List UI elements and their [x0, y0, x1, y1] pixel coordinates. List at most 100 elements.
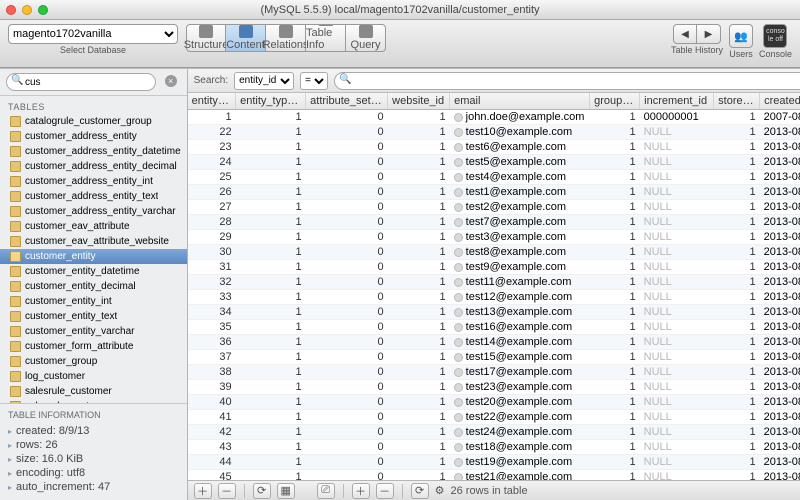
cell[interactable]: 2013-08-13 19:04:52	[760, 455, 800, 470]
cell[interactable]: 2013-08-13 19:04:48	[760, 290, 800, 305]
cell[interactable]: 1	[714, 185, 760, 200]
cell[interactable]: 1	[236, 335, 306, 350]
cell[interactable]: 1	[590, 455, 640, 470]
cell[interactable]: 1	[388, 125, 450, 140]
cell[interactable]: test18@example.com	[450, 440, 590, 455]
cell[interactable]: test3@example.com	[450, 230, 590, 245]
cell[interactable]: 1	[388, 365, 450, 380]
cell[interactable]: 1	[714, 335, 760, 350]
cell[interactable]: test14@example.com	[450, 335, 590, 350]
cell[interactable]: 1	[714, 260, 760, 275]
disclosure-icon[interactable]: ▸	[8, 441, 12, 450]
cell[interactable]: 29	[188, 230, 236, 245]
cell[interactable]: NULL	[640, 395, 714, 410]
cell[interactable]: 1	[590, 380, 640, 395]
cell[interactable]: 1	[714, 365, 760, 380]
history-forward-button[interactable]: ▶	[697, 24, 721, 44]
cell[interactable]: NULL	[640, 470, 714, 481]
cell[interactable]: test19@example.com	[450, 455, 590, 470]
cell[interactable]: 1	[236, 275, 306, 290]
cell[interactable]: 1	[236, 380, 306, 395]
minimize-icon[interactable]	[22, 5, 32, 15]
cell[interactable]: 1	[388, 110, 450, 125]
cell[interactable]: 1	[188, 110, 236, 125]
table-row[interactable]: 45101test21@example.com1NULL12013-08-13 …	[188, 470, 800, 481]
cell[interactable]: 2013-08-13 19:04:49	[760, 305, 800, 320]
cell[interactable]: 1	[714, 200, 760, 215]
cell[interactable]: 1	[714, 425, 760, 440]
cell[interactable]: 000000001	[640, 110, 714, 125]
cell[interactable]: NULL	[640, 170, 714, 185]
cell[interactable]: 0	[306, 230, 388, 245]
cell[interactable]: 1	[714, 215, 760, 230]
cell[interactable]: 1	[714, 230, 760, 245]
cell[interactable]: 40	[188, 395, 236, 410]
sidebar-table-item[interactable]: salesrule_customer	[0, 384, 187, 399]
cell[interactable]: 1	[590, 410, 640, 425]
cell[interactable]: 2013-08-13 19:04:51	[760, 380, 800, 395]
sidebar-table-item[interactable]: customer_entity_int	[0, 294, 187, 309]
cell[interactable]: 1	[714, 410, 760, 425]
cell[interactable]: 1	[388, 185, 450, 200]
cell[interactable]: NULL	[640, 335, 714, 350]
cell[interactable]: 25	[188, 170, 236, 185]
cell[interactable]: 1	[590, 275, 640, 290]
cell[interactable]: 1	[714, 125, 760, 140]
cell[interactable]: NULL	[640, 440, 714, 455]
table-row[interactable]: 36101test14@example.com1NULL12013-08-13 …	[188, 335, 800, 350]
cell[interactable]: 1	[590, 185, 640, 200]
cell[interactable]: 1	[590, 425, 640, 440]
cell[interactable]: NULL	[640, 350, 714, 365]
sidebar-table-item[interactable]: log_customer	[0, 369, 187, 384]
sidebar-table-item[interactable]: customer_eav_attribute_website	[0, 234, 187, 249]
cell[interactable]: 1	[236, 260, 306, 275]
filter-comparator-select[interactable]: =	[300, 72, 328, 90]
cell[interactable]: NULL	[640, 230, 714, 245]
cell[interactable]: 1	[236, 230, 306, 245]
cell[interactable]: 2013-08-13 19:04:44	[760, 140, 800, 155]
cell[interactable]: 1	[590, 470, 640, 481]
cell[interactable]: test17@example.com	[450, 365, 590, 380]
cell[interactable]: 1	[388, 410, 450, 425]
cell[interactable]: 1	[714, 110, 760, 125]
table-row[interactable]: 41101test22@example.com1NULL12013-08-13 …	[188, 410, 800, 425]
cell[interactable]: 0	[306, 395, 388, 410]
cell[interactable]: test24@example.com	[450, 425, 590, 440]
cell[interactable]: 1	[590, 230, 640, 245]
column-header[interactable]: attribute_set_id	[306, 93, 388, 110]
cell[interactable]: 1	[388, 455, 450, 470]
cell[interactable]: 1	[388, 320, 450, 335]
cell[interactable]: 1	[714, 170, 760, 185]
cell[interactable]: 1	[236, 410, 306, 425]
cell[interactable]: 1	[236, 350, 306, 365]
cell[interactable]: 1	[590, 440, 640, 455]
table-row[interactable]: 23101test6@example.com1NULL12013-08-13 1…	[188, 140, 800, 155]
cell[interactable]: 0	[306, 350, 388, 365]
cell[interactable]: 28	[188, 215, 236, 230]
cell[interactable]: 23	[188, 140, 236, 155]
cell[interactable]: 0	[306, 275, 388, 290]
cell[interactable]: 0	[306, 320, 388, 335]
cell[interactable]: 0	[306, 470, 388, 481]
cell[interactable]: 2013-08-13 19:04:44	[760, 185, 800, 200]
gear-icon[interactable]: ⚙	[435, 484, 445, 497]
cell[interactable]: 1	[388, 335, 450, 350]
cell[interactable]: 1	[590, 365, 640, 380]
cell[interactable]: 45	[188, 470, 236, 481]
cell[interactable]: 1	[236, 245, 306, 260]
column-header[interactable]: increment_id	[640, 93, 714, 110]
sidebar-table-item[interactable]: customer_entity	[0, 249, 187, 264]
cell[interactable]: 1	[236, 455, 306, 470]
cell[interactable]: 1	[590, 260, 640, 275]
cell[interactable]: 1	[590, 155, 640, 170]
cell[interactable]: 2013-08-13 19:04:45	[760, 260, 800, 275]
column-header[interactable]: email	[450, 93, 590, 110]
cell[interactable]: 1	[236, 425, 306, 440]
cell[interactable]: NULL	[640, 380, 714, 395]
cell[interactable]: 1	[590, 200, 640, 215]
cell[interactable]: 2013-08-13 19:04:44	[760, 200, 800, 215]
cell[interactable]: test10@example.com	[450, 125, 590, 140]
table-row[interactable]: 32101test11@example.com1NULL12013-08-13 …	[188, 275, 800, 290]
cell[interactable]: 2013-08-13 19:04:50	[760, 365, 800, 380]
cell[interactable]: 1	[388, 395, 450, 410]
